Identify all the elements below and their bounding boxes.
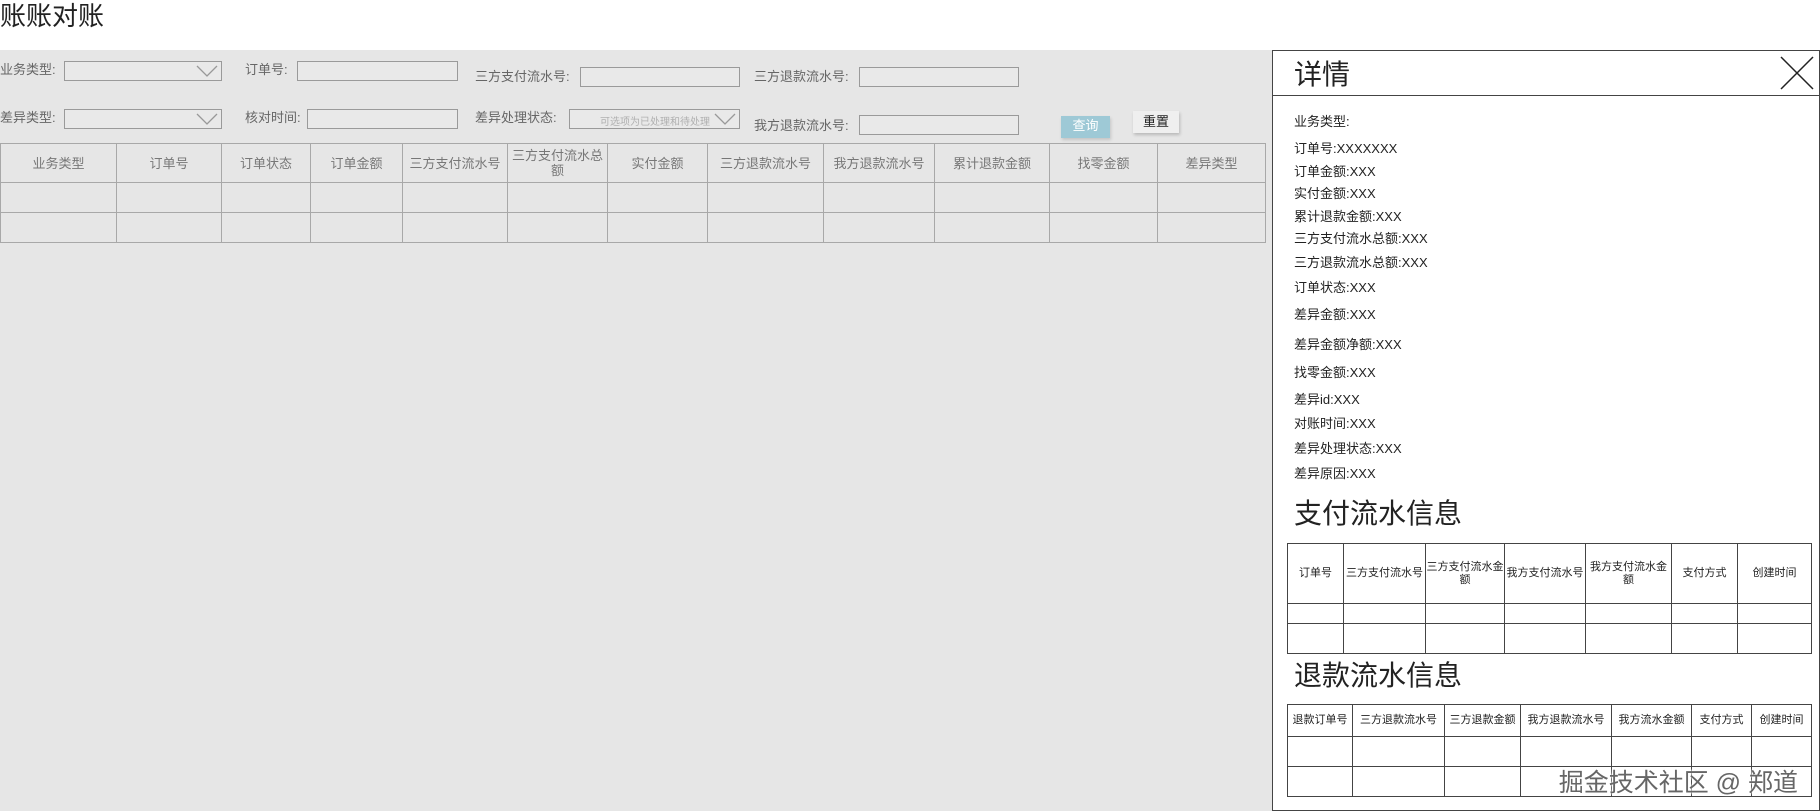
diff-status-label: 差异处理状态: [475,110,557,125]
field-total-refund: 累计退款金额:XXX [1294,209,1402,224]
our-refund-serial-label: 我方退款流水号: [754,118,849,133]
column-header: 我方退款流水号 [1520,704,1612,737]
our-refund-serial-input[interactable] [859,115,1019,135]
column-header: 三方退款流水号 [1352,704,1445,737]
field-diff-amount: 差异金额:XXX [1294,307,1376,322]
column-header: 三方退款金额 [1444,704,1521,737]
diff-status-placeholder: 可选项为已处理和待处理 [600,117,710,128]
table-row[interactable] [1287,603,1812,624]
field-diff-reason: 差异原因:XXX [1294,466,1376,481]
column-header: 找零金额 [1049,143,1158,183]
column-header: 我方流水金额 [1611,704,1692,737]
detail-header: 详情 [1273,51,1819,96]
column-header: 订单号 [1287,543,1344,604]
diff-type-label: 差异类型: [0,110,56,125]
field-reconcile-time: 对账时间:XXX [1294,416,1376,431]
column-header: 创建时间 [1751,704,1812,737]
watermark: 掘金技术社区 @ 郑道 [1558,769,1798,797]
chevron-down-icon [196,113,218,125]
field-order-amount: 订单金额:XXX [1294,164,1376,179]
table-row[interactable] [1287,623,1812,654]
payment-section-title: 支付流水信息 [1294,498,1463,529]
business-type-label: 业务类型: [0,62,56,77]
third-pay-serial-input[interactable] [580,67,740,87]
table-header-row: 业务类型 订单号 订单状态 订单金额 三方支付流水号 三方支付流水总额 实付金额… [0,143,1266,183]
column-header: 支付方式 [1691,704,1752,737]
column-header: 订单状态 [221,143,311,183]
reset-button[interactable]: 重置 [1133,111,1179,133]
diff-type-select[interactable] [64,109,222,129]
column-header: 三方支付流水号 [1343,543,1426,604]
third-refund-serial-input[interactable] [859,67,1019,87]
query-button[interactable]: 查询 [1061,116,1110,138]
field-third-refund-total: 三方退款流水总额:XXX [1294,255,1428,270]
chevron-down-icon [714,113,736,125]
column-header: 三方支付流水总额 [507,143,608,183]
business-type-select[interactable] [64,61,222,81]
column-header: 我方支付流水号 [1504,543,1586,604]
column-header: 差异类型 [1157,143,1266,183]
third-refund-serial-label: 三方退款流水号: [754,69,849,84]
column-header: 业务类型 [0,143,117,183]
column-header: 三方退款流水号 [707,143,824,183]
column-header: 创建时间 [1737,543,1812,604]
field-diff-status: 差异处理状态:XXX [1294,441,1402,456]
column-header: 实付金额 [607,143,708,183]
column-header: 三方支付流水金额 [1425,543,1505,604]
close-icon[interactable] [1779,55,1815,91]
field-diff-id: 差异id:XXX [1294,392,1360,407]
column-header: 累计退款金额 [934,143,1050,183]
table-row[interactable] [0,182,1266,213]
table-header-row: 订单号 三方支付流水号 三方支付流水金额 我方支付流水号 我方支付流水金额 支付… [1287,543,1812,604]
column-header: 我方支付流水金额 [1585,543,1672,604]
detail-panel: 详情 业务类型: 订单号:XXXXXXX 订单金额:XXX 实付金额:XXX 累… [1272,50,1820,811]
field-business-type: 业务类型: [1294,114,1350,129]
field-third-pay-total: 三方支付流水总额:XXX [1294,231,1428,246]
column-header: 订单金额 [310,143,403,183]
table-row[interactable] [1287,736,1812,767]
column-header: 我方退款流水号 [823,143,935,183]
refund-section-title: 退款流水信息 [1294,660,1463,691]
column-header: 支付方式 [1671,543,1738,604]
column-header: 退款订单号 [1287,704,1353,737]
field-diff-net: 差异金额净额:XXX [1294,337,1402,352]
field-order-no: 订单号:XXXXXXX [1294,141,1398,156]
field-order-status: 订单状态:XXX [1294,280,1376,295]
detail-title: 详情 [1294,59,1351,90]
table-header-row: 退款订单号 三方退款流水号 三方退款金额 我方退款流水号 我方流水金额 支付方式… [1287,704,1812,737]
reconciliation-table: 业务类型 订单号 订单状态 订单金额 三方支付流水号 三方支付流水总额 实付金额… [0,143,1266,243]
third-pay-serial-label: 三方支付流水号: [475,69,570,84]
check-time-label: 核对时间: [245,110,301,125]
order-no-label: 订单号: [245,62,288,77]
order-no-input[interactable] [297,61,458,81]
field-paid-amount: 实付金额:XXX [1294,186,1376,201]
diff-status-select[interactable]: 可选项为已处理和待处理 [569,109,740,129]
field-change-amount: 找零金额:XXX [1294,365,1376,380]
column-header: 三方支付流水号 [402,143,508,183]
payment-table: 订单号 三方支付流水号 三方支付流水金额 我方支付流水号 我方支付流水金额 支付… [1287,543,1812,654]
table-row[interactable] [0,212,1266,243]
column-header: 订单号 [116,143,222,183]
chevron-down-icon [196,65,218,77]
page-title: 账账对账 [0,1,105,31]
check-time-input[interactable] [307,109,458,129]
main-panel: 业务类型: 订单号: 三方支付流水号: 三方退款流水号: 差异类型: 核对时间:… [0,50,1272,811]
